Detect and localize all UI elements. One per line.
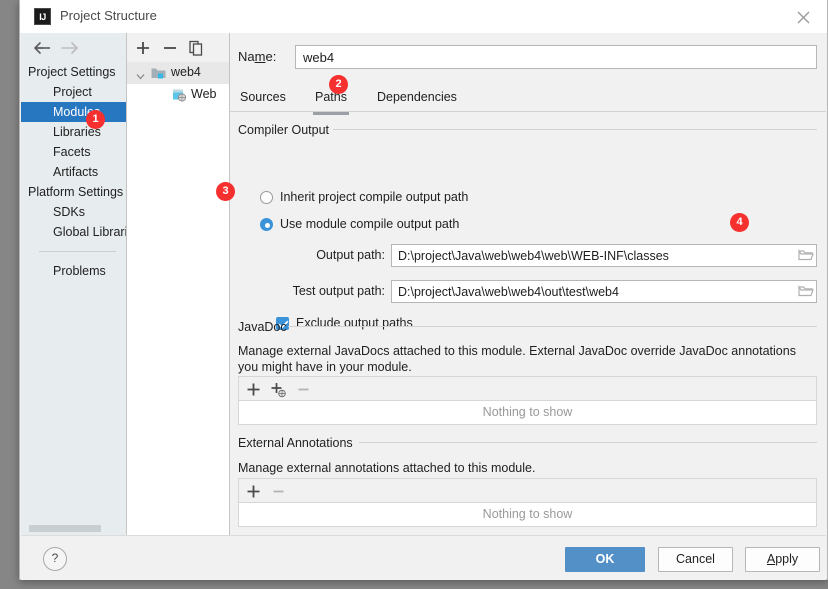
javadoc-empty-list: Nothing to show: [238, 401, 817, 425]
section-title-compiler-output: Compiler Output: [238, 123, 330, 137]
module-name-row: Name:: [238, 45, 817, 69]
external-annotations-list-toolbar: [238, 478, 817, 503]
ok-button[interactable]: OK: [565, 547, 645, 572]
plus-globe-icon[interactable]: [270, 381, 287, 398]
tree-row-web4[interactable]: web4: [127, 62, 229, 84]
close-icon[interactable]: [781, 0, 827, 32]
tree-row-web[interactable]: Web: [127, 84, 229, 106]
test-output-path-label: Test output path:: [292, 284, 385, 298]
window-title: Project Structure: [60, 8, 157, 23]
annotation-badge-2: 2: [329, 75, 348, 94]
apply-button[interactable]: Apply: [745, 547, 820, 572]
folder-browse-icon[interactable]: [798, 248, 814, 262]
minus-icon: [295, 381, 312, 398]
help-button[interactable]: ?: [43, 547, 67, 571]
sidebar-item-modules[interactable]: Modules: [21, 102, 126, 122]
tab-sources[interactable]: Sources: [238, 84, 288, 112]
external-annotations-description: Manage external annotations attached to …: [238, 461, 536, 475]
project-structure-dialog: IJ Project Structure Project Settings Pr…: [19, 0, 828, 580]
javadoc-description: Manage external JavaDocs attached to thi…: [238, 344, 796, 374]
module-settings-content: Name: Sources Paths Dependencies Compile…: [230, 33, 826, 535]
radio-icon-selected[interactable]: [260, 218, 273, 231]
radio-icon[interactable]: [260, 191, 273, 204]
plus-icon[interactable]: [245, 381, 262, 398]
sidebar-item-global-libraries[interactable]: Global Libraries: [21, 222, 126, 242]
tab-dependencies[interactable]: Dependencies: [375, 84, 459, 112]
sidebar-item-problems[interactable]: Problems: [21, 261, 126, 281]
tree-label: Web: [191, 87, 217, 101]
copy-icon[interactable]: [187, 39, 205, 57]
section-title-javadoc: JavaDoc: [238, 320, 287, 334]
sidebar-group-project-settings: Project Settings: [28, 65, 116, 79]
arrow-right-icon[interactable]: [59, 40, 81, 56]
tree-label: web4: [171, 65, 201, 79]
cancel-button[interactable]: Cancel: [658, 547, 733, 572]
radio-label: Inherit project compile output path: [280, 190, 469, 204]
sidebar-item-sdks[interactable]: SDKs: [21, 202, 126, 222]
test-output-path-input[interactable]: [391, 280, 817, 303]
output-path-input[interactable]: [391, 244, 817, 267]
plus-icon[interactable]: [245, 483, 262, 500]
output-path-label: Output path:: [316, 248, 385, 262]
screen: IJ Project Structure Project Settings Pr…: [0, 0, 828, 589]
module-name-input[interactable]: [295, 45, 817, 69]
minus-icon[interactable]: [161, 39, 179, 57]
module-tree-panel: web4 Web: [127, 33, 230, 535]
web-facet-icon: [172, 88, 187, 105]
plus-icon[interactable]: [134, 39, 152, 57]
settings-sidebar: Project Settings Project Modules Librari…: [21, 33, 127, 535]
sidebar-item-artifacts[interactable]: Artifacts: [21, 162, 126, 182]
module-tabs: Sources Paths Dependencies: [238, 84, 826, 115]
tabs-divider: [230, 111, 826, 112]
section-rule: [333, 129, 817, 130]
module-tree-rows: web4 Web: [127, 62, 229, 106]
radio-label: Use module compile output path: [280, 217, 460, 231]
sidebar-divider: [39, 251, 116, 252]
sidebar-horizontal-scrollbar[interactable]: [29, 525, 101, 532]
arrow-left-icon[interactable]: [32, 40, 54, 56]
dialog-footer: ? OK Cancel Apply: [21, 535, 826, 580]
annotation-badge-3: 3: [216, 182, 235, 201]
module-folder-icon: [151, 66, 166, 83]
module-tree-toolbar: [127, 33, 229, 63]
annotation-badge-4: 4: [730, 213, 749, 232]
minus-icon: [270, 483, 287, 500]
sidebar-item-facets[interactable]: Facets: [21, 142, 126, 162]
sidebar-nav-arrows: [21, 33, 126, 62]
intellij-logo-icon: IJ: [34, 8, 51, 25]
section-rule: [288, 326, 817, 327]
sidebar-item-project[interactable]: Project: [21, 82, 126, 102]
section-title-external-annotations: External Annotations: [238, 436, 353, 450]
checkbox-label: Exclude output paths: [296, 316, 413, 330]
folder-browse-icon[interactable]: [798, 284, 814, 298]
sidebar-group-platform-settings: Platform Settings: [28, 185, 124, 199]
annotation-badge-1: 1: [86, 110, 105, 129]
external-annotations-empty-list: Nothing to show: [238, 503, 817, 527]
section-rule: [359, 442, 817, 443]
sidebar-list: Project Settings Project Modules Librari…: [21, 62, 126, 281]
title-bar: IJ Project Structure: [20, 0, 827, 34]
javadoc-list-toolbar: [238, 376, 817, 401]
sidebar-item-libraries[interactable]: Libraries: [21, 122, 126, 142]
chevron-down-icon[interactable]: [136, 69, 145, 83]
module-name-label: Name:: [238, 49, 277, 64]
